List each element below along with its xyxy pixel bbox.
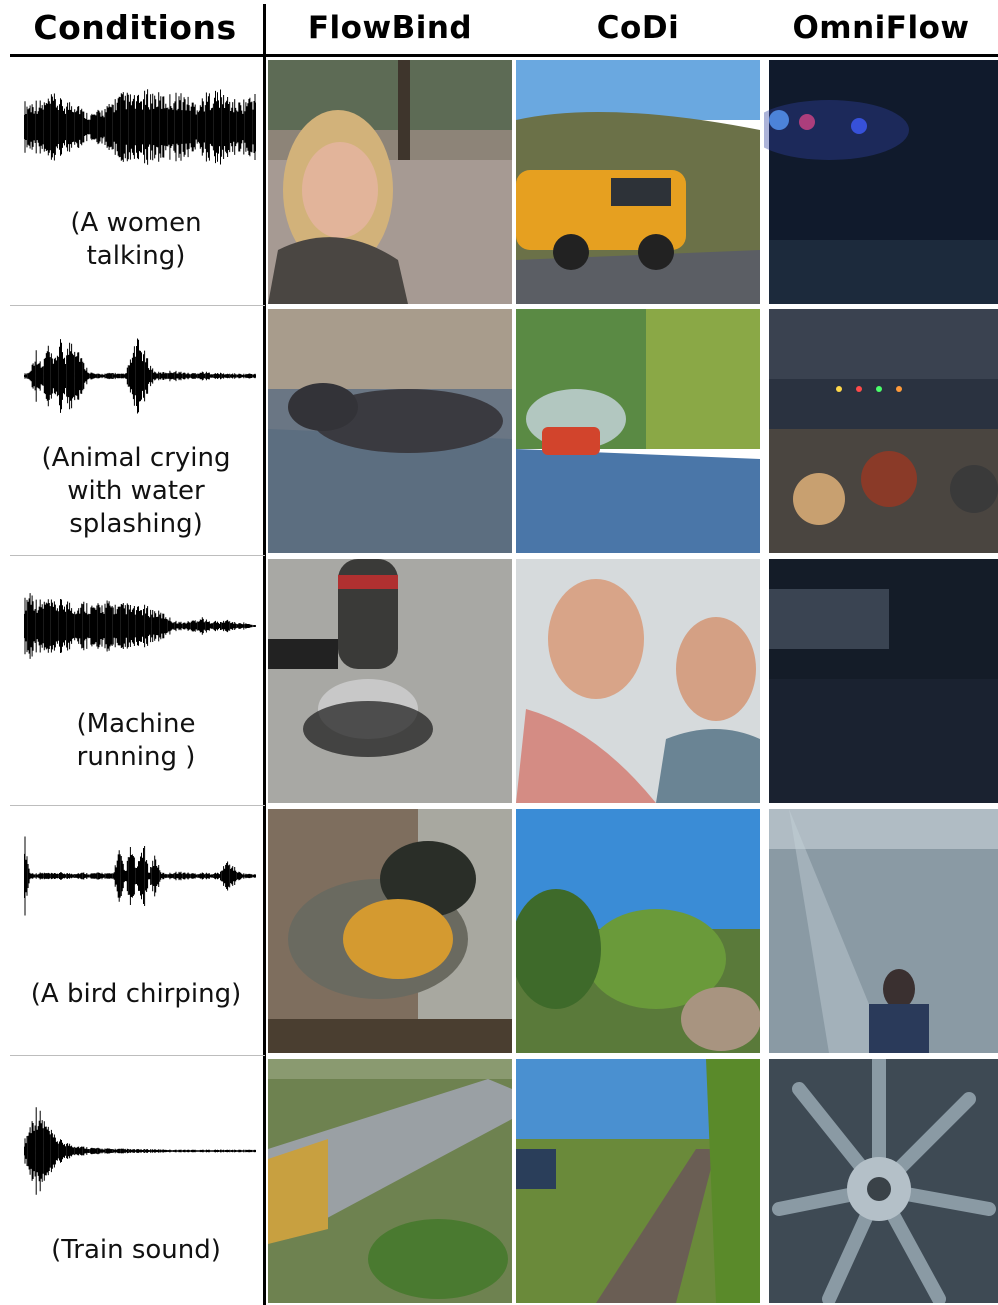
row-woman-talking: (A women talking) xyxy=(0,57,998,305)
flowbind-image xyxy=(268,809,512,1053)
waveform xyxy=(24,89,256,165)
flowbind-image xyxy=(268,559,512,803)
header-codi: CoDi xyxy=(596,9,680,46)
waveform xyxy=(24,338,256,414)
row-train-sound: (Train sound) xyxy=(0,1056,998,1305)
header-row: Conditions FlowBind CoDi OmniFlow xyxy=(0,0,998,55)
header-flowbind: FlowBind xyxy=(307,9,473,46)
codi-image xyxy=(516,809,760,1053)
flowbind-image xyxy=(268,60,512,304)
condition-caption: (A women talking) xyxy=(70,208,202,271)
condition-cell: (Animal crying with water splashing) xyxy=(10,306,262,554)
header-omniflow: OmniFlow xyxy=(792,9,970,46)
omniflow-image xyxy=(764,809,998,1053)
row-animal-water: (Animal crying with water splashing) xyxy=(0,306,998,554)
codi-image xyxy=(516,1059,760,1303)
flowbind-image xyxy=(268,309,512,553)
waveform xyxy=(24,593,256,659)
row-machine-running: (Machine running ) xyxy=(0,556,998,804)
codi-image xyxy=(516,559,760,803)
waveform-trace xyxy=(24,836,256,916)
waveform-trace xyxy=(24,1107,256,1195)
condition-cell: (Train sound) xyxy=(10,1056,262,1304)
omniflow-image xyxy=(764,1059,998,1303)
condition-caption: (Machine running ) xyxy=(76,709,196,772)
waveform-trace xyxy=(24,338,256,414)
waveform-trace xyxy=(24,593,256,659)
waveform xyxy=(24,836,256,916)
codi-image xyxy=(516,309,760,553)
header-conditions: Conditions xyxy=(33,8,237,47)
waveform-trace xyxy=(24,89,256,165)
omniflow-image xyxy=(764,559,998,803)
condition-cell: (A women talking) xyxy=(10,57,262,305)
figure: Conditions FlowBind CoDi OmniFlow (A wom… xyxy=(0,0,998,1305)
omniflow-image xyxy=(764,60,998,304)
condition-caption: (A bird chirping) xyxy=(30,979,242,1009)
omniflow-image xyxy=(764,309,998,553)
row-bird-chirping: (A bird chirping) xyxy=(0,806,998,1054)
flowbind-image xyxy=(268,1059,512,1303)
condition-caption: (Animal crying with water splashing) xyxy=(41,443,231,539)
waveform xyxy=(24,1107,256,1195)
condition-caption: (Train sound) xyxy=(51,1235,221,1265)
condition-cell: (A bird chirping) xyxy=(10,806,262,1054)
codi-image xyxy=(516,60,760,304)
condition-cell: (Machine running ) xyxy=(10,556,262,804)
